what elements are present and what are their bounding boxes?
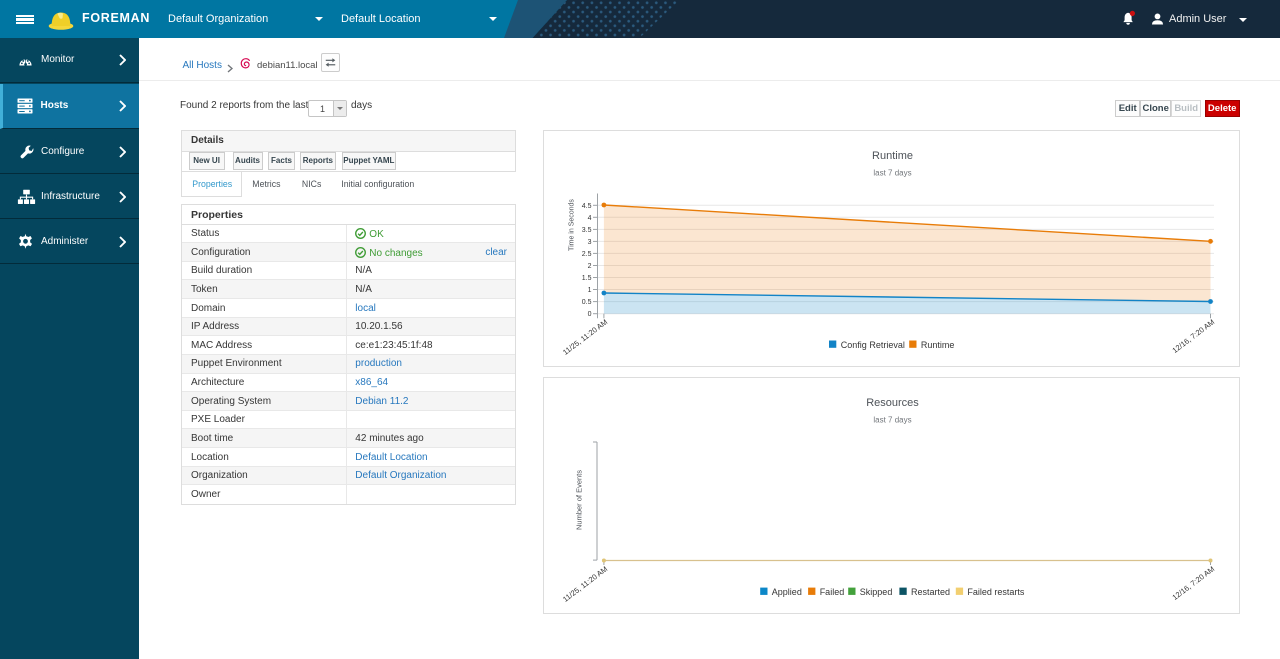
svg-text:Restarted: Restarted [911,587,950,597]
svg-text:0.5: 0.5 [582,299,592,306]
svg-text:3: 3 [588,239,592,246]
svg-text:Time in Seconds: Time in Seconds [569,199,576,251]
svg-text:Applied: Applied [772,587,802,597]
svg-text:4: 4 [588,215,592,222]
svg-text:11/25, 11:20 AM: 11/25, 11:20 AM [561,564,609,603]
svg-text:Number of Events: Number of Events [575,470,584,530]
svg-text:3.5: 3.5 [582,227,592,234]
svg-text:12/16, 7:20 AM: 12/16, 7:20 AM [1170,317,1216,355]
svg-text:1: 1 [588,287,592,294]
svg-text:Skipped: Skipped [860,587,893,597]
svg-text:1.5: 1.5 [582,275,592,282]
svg-text:0: 0 [588,311,592,318]
svg-text:12/16, 7:20 AM: 12/16, 7:20 AM [1170,564,1216,602]
svg-text:2.5: 2.5 [582,251,592,258]
svg-text:Failed: Failed [820,587,845,597]
svg-text:Config Retrieval: Config Retrieval [841,340,905,350]
svg-text:last 7 days: last 7 days [873,169,911,178]
svg-text:Runtime: Runtime [921,340,955,350]
svg-text:last 7 days: last 7 days [873,416,911,425]
svg-text:Resources: Resources [866,397,919,409]
svg-text:2: 2 [588,263,592,270]
svg-text:4.5: 4.5 [582,203,592,210]
svg-text:Runtime: Runtime [872,150,913,162]
svg-text:11/25, 11:20 AM: 11/25, 11:20 AM [561,317,609,356]
svg-text:Failed restarts: Failed restarts [967,587,1025,597]
